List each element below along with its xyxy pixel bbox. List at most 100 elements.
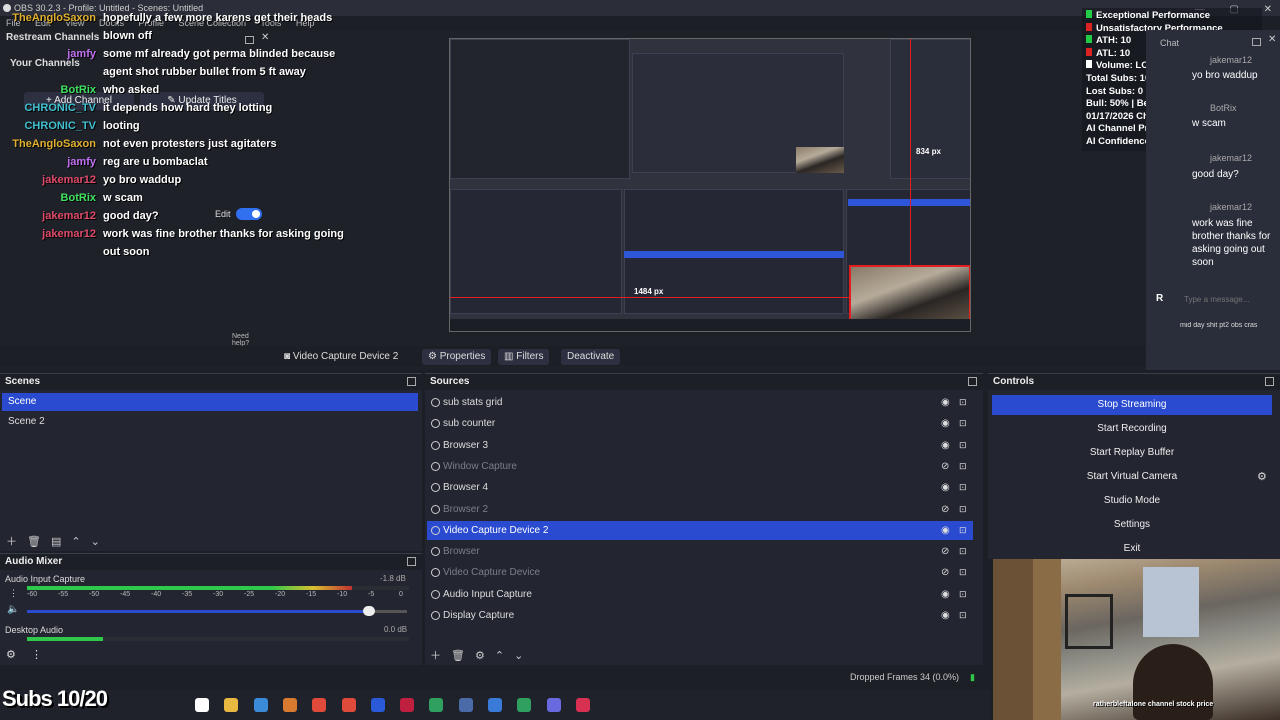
eye-icon[interactable]: ◉ bbox=[941, 393, 950, 412]
remove-source-icon[interactable]: 🗑 bbox=[451, 650, 465, 662]
unlock-icon[interactable]: ⊡ bbox=[959, 500, 967, 519]
taskbar-app-icon[interactable] bbox=[195, 698, 209, 712]
filters-button[interactable]: ▥ Filters bbox=[498, 349, 550, 365]
eye-icon[interactable]: ◉ bbox=[941, 585, 950, 604]
unlock-icon[interactable]: ⊡ bbox=[959, 606, 967, 625]
source-up-icon[interactable]: ⌃ bbox=[495, 650, 504, 662]
eye-icon[interactable]: ◉ bbox=[941, 478, 950, 497]
source-item[interactable]: Video Capture Device 2 ◉ ⊡ bbox=[427, 520, 973, 540]
source-item[interactable]: Display Capture ◉ ⊡ bbox=[427, 606, 973, 625]
mixer-popout-icon[interactable] bbox=[407, 557, 416, 566]
chat-close-icon[interactable]: ✕ bbox=[1268, 34, 1276, 45]
unlock-icon[interactable]: ⊡ bbox=[959, 457, 967, 476]
scene-item[interactable]: Scene 2 bbox=[2, 413, 418, 431]
stop-streaming-button[interactable]: Stop Streaming bbox=[992, 395, 1272, 415]
chat-input[interactable] bbox=[1184, 292, 1278, 306]
popout-icon[interactable] bbox=[245, 36, 254, 44]
controls-popout-icon[interactable] bbox=[1265, 377, 1274, 386]
volume-slider-handle[interactable] bbox=[363, 606, 375, 616]
move-down-icon[interactable]: ⌄ bbox=[91, 536, 100, 548]
virtual-camera-settings-icon[interactable]: ⚙ bbox=[1257, 470, 1267, 483]
trash-icon[interactable]: 🗑 bbox=[27, 536, 41, 548]
eye-hidden-icon[interactable]: ⊘ bbox=[941, 457, 949, 476]
eye-hidden-icon[interactable]: ⊘ bbox=[941, 542, 949, 561]
start-recording-button[interactable]: Start Recording bbox=[992, 419, 1272, 439]
source-item[interactable]: Browser 3 ◉ ⊡ bbox=[427, 436, 973, 455]
deactivate-button[interactable]: Deactivate bbox=[561, 349, 621, 365]
source-settings-icon[interactable]: ⚙ bbox=[475, 650, 485, 662]
scenes-popout-icon[interactable] bbox=[407, 377, 416, 386]
chat-overlay-name: TheAngloSaxon bbox=[12, 12, 96, 24]
source-item[interactable]: Window Capture ⊘ ⊡ bbox=[427, 457, 973, 476]
mixer-settings-icon[interactable]: ⚙ bbox=[6, 648, 16, 661]
need-help-link[interactable]: Need help? bbox=[232, 333, 258, 347]
live-toggle[interactable] bbox=[236, 208, 262, 220]
unlock-icon[interactable]: ⊡ bbox=[959, 393, 967, 412]
unlock-icon[interactable]: ⊡ bbox=[959, 585, 967, 604]
chat-overlay-name: jakemar12 bbox=[42, 174, 96, 186]
taskbar-app-icon[interactable] bbox=[429, 698, 444, 712]
taskbar-app-icon[interactable] bbox=[400, 698, 415, 712]
mixer-scale-tick: -35 bbox=[182, 591, 193, 598]
close-dock-icon[interactable]: ✕ bbox=[261, 32, 269, 43]
start-replay-buffer-button[interactable]: Start Replay Buffer bbox=[992, 443, 1272, 463]
mixer-scale-tick: -15 bbox=[306, 591, 317, 598]
chat-overlay-name: TheAngloSaxon bbox=[12, 138, 96, 150]
chat-overlay-message: it depends how hard they lotting bbox=[103, 102, 273, 114]
exit-button[interactable]: Exit bbox=[992, 539, 1272, 559]
settings-button[interactable]: Settings bbox=[992, 515, 1272, 535]
status-dot-icon bbox=[1086, 47, 1092, 56]
start-virtual-camera-button[interactable]: Start Virtual Camera bbox=[992, 467, 1272, 487]
sources-popout-icon[interactable] bbox=[968, 377, 977, 386]
taskbar-app-icon[interactable] bbox=[488, 698, 502, 712]
add-icon[interactable]: ＋ bbox=[6, 536, 17, 548]
edit-link[interactable]: Edit bbox=[215, 209, 231, 219]
unlock-icon[interactable]: ⊡ bbox=[959, 436, 967, 455]
mixer-props-icon[interactable]: ⋮ bbox=[9, 588, 18, 599]
close-icon[interactable]: ✕ bbox=[1264, 4, 1272, 15]
source-down-icon[interactable]: ⌄ bbox=[514, 650, 523, 662]
taskbar-app-icon[interactable] bbox=[253, 698, 268, 712]
properties-button[interactable]: ⚙ Properties bbox=[422, 349, 492, 365]
unlock-icon[interactable]: ⊡ bbox=[959, 478, 967, 497]
taskbar-app-icon[interactable] bbox=[517, 698, 532, 712]
taskbar-app-icon[interactable] bbox=[224, 698, 239, 712]
unlock-icon[interactable]: ⊡ bbox=[959, 563, 967, 582]
source-item[interactable]: Video Capture Device ⊘ ⊡ bbox=[427, 563, 973, 582]
source-item[interactable]: sub counter ◉ ⊡ bbox=[427, 414, 973, 433]
taskbar-app-icon[interactable] bbox=[458, 698, 473, 712]
chat-msg-text: yo bro waddup bbox=[1192, 70, 1258, 81]
eye-icon[interactable]: ◉ bbox=[941, 414, 950, 433]
source-item[interactable]: Browser ⊘ ⊡ bbox=[427, 542, 973, 561]
speaker-icon[interactable]: 🔈 bbox=[7, 604, 19, 615]
eye-hidden-icon[interactable]: ⊘ bbox=[941, 500, 949, 519]
studio-mode-button[interactable]: Studio Mode bbox=[992, 491, 1272, 511]
eye-icon[interactable]: ◉ bbox=[941, 521, 950, 540]
eye-icon[interactable]: ◉ bbox=[941, 606, 950, 625]
unlock-icon[interactable]: ⊡ bbox=[959, 521, 967, 540]
eye-hidden-icon[interactable]: ⊘ bbox=[941, 563, 949, 582]
eye-icon[interactable]: ◉ bbox=[941, 436, 950, 455]
chat-popout-icon[interactable] bbox=[1252, 38, 1261, 46]
taskbar-app-icon[interactable] bbox=[370, 698, 385, 712]
source-item[interactable]: sub stats grid ◉ ⊡ bbox=[427, 393, 973, 412]
source-item[interactable]: Browser 2 ⊘ ⊡ bbox=[427, 500, 973, 519]
taskbar-app-icon[interactable] bbox=[546, 698, 561, 712]
add-source-icon[interactable]: ＋ bbox=[430, 650, 441, 662]
cam-caption: ratherbleftalone channel stock price bbox=[1093, 701, 1214, 708]
volume-slider-track[interactable] bbox=[27, 610, 407, 613]
scene-filter-icon[interactable]: ▤ bbox=[51, 536, 61, 548]
move-up-icon[interactable]: ⌃ bbox=[71, 536, 80, 548]
mixer-menu-icon[interactable]: ⋮ bbox=[31, 648, 42, 661]
taskbar-app-icon[interactable] bbox=[282, 698, 297, 712]
unlock-icon[interactable]: ⊡ bbox=[959, 414, 967, 433]
source-item[interactable]: Browser 4 ◉ ⊡ bbox=[427, 478, 973, 497]
source-item[interactable]: Audio Input Capture ◉ ⊡ bbox=[427, 585, 973, 604]
source-type-icon bbox=[431, 419, 440, 429]
taskbar-app-icon[interactable] bbox=[312, 698, 327, 712]
taskbar-app-icon[interactable] bbox=[341, 698, 356, 712]
scene-item[interactable]: Scene bbox=[2, 393, 418, 411]
unlock-icon[interactable]: ⊡ bbox=[959, 542, 967, 561]
taskbar-app-icon[interactable] bbox=[575, 698, 590, 712]
preview-canvas[interactable]: 834 px 1484 px bbox=[449, 38, 971, 332]
